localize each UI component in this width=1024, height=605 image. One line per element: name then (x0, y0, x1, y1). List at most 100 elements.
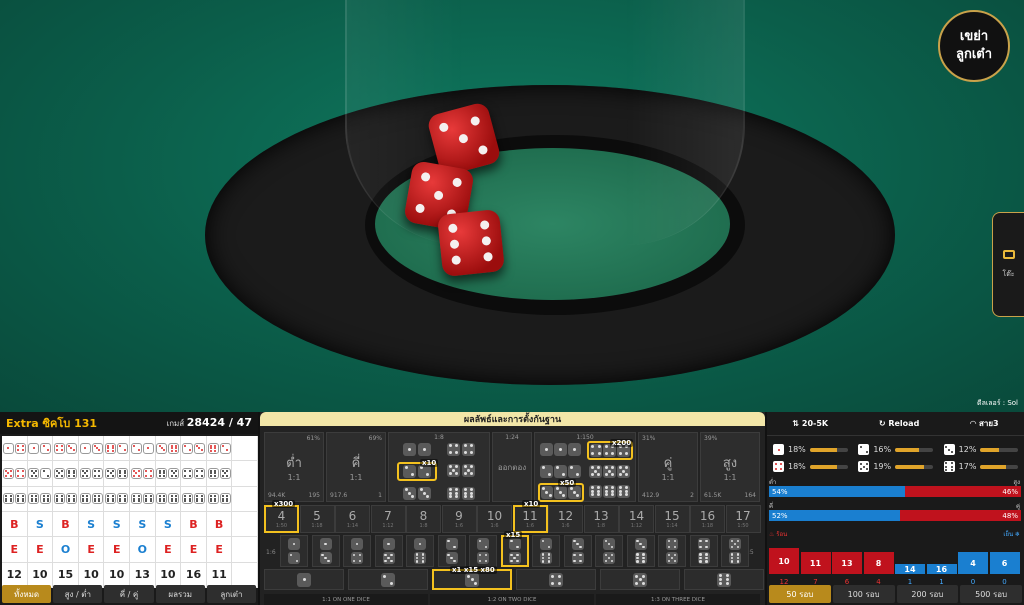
triple-combo[interactable] (538, 463, 584, 480)
road-cell (104, 436, 130, 462)
two-dice-bet[interactable] (469, 535, 497, 567)
road-letter: B (61, 517, 70, 531)
total-bet-10[interactable]: 10 1:6 (477, 505, 512, 533)
table-side-tab[interactable]: โต๊ะ (992, 212, 1024, 317)
face-stat-bar-fill (895, 464, 924, 469)
road-dice-pair (53, 467, 77, 479)
rounds-tab[interactable]: 200 รอบ (896, 585, 959, 603)
two-dice-bet[interactable] (406, 535, 434, 567)
total-bet-5[interactable]: 5 1:18 (299, 505, 335, 533)
total-bet-4[interactable]: 4 1:50 (264, 505, 299, 533)
road-dice-pair (105, 493, 129, 505)
single-dice-bet-5[interactable] (600, 569, 680, 590)
total-bet-15[interactable]: 15 1:14 (654, 505, 690, 533)
road-cell (181, 461, 207, 487)
road-dice-pair (181, 467, 205, 479)
two-dice-bet[interactable] (311, 535, 340, 567)
total-odds: 1:6 (490, 523, 499, 529)
mult-num4: x300 (272, 500, 296, 508)
total-bet-11[interactable]: 11 1:6 (512, 505, 548, 533)
die-face-6-icon (168, 493, 180, 505)
total-bet-16[interactable]: 16 1:18 (690, 505, 725, 533)
double-combo[interactable] (441, 441, 481, 458)
two-dice-bet[interactable] (532, 535, 560, 567)
two-dice-bet[interactable] (658, 535, 686, 567)
odd-players: 1 (378, 492, 382, 499)
signal-button[interactable]: ◠ สาย3 (970, 417, 999, 430)
history-tab[interactable]: คี่ / คู่ (104, 585, 154, 603)
double-combo[interactable] (397, 441, 437, 458)
double-combo[interactable] (441, 462, 481, 481)
die-face-6-icon (65, 493, 77, 505)
die-face-3-icon (603, 538, 615, 550)
total-bet-6[interactable]: 6 1:14 (335, 505, 370, 533)
chat-icon (1002, 249, 1015, 259)
bet-odd[interactable]: คี่ 1:1 69% 917.6 1 (326, 432, 386, 502)
two-dice-bet[interactable] (343, 535, 371, 567)
total-bet-8[interactable]: 8 1:8 (406, 505, 441, 533)
single-dice-bet-1[interactable] (264, 569, 344, 590)
pair-side-odds: 1:6 (266, 549, 276, 556)
two-dice-bet[interactable] (374, 535, 403, 567)
history-tab[interactable]: ทั้งหมด (2, 585, 52, 603)
road-cell (53, 436, 79, 462)
die-face-6-icon (117, 493, 129, 505)
two-dice-bet[interactable] (626, 535, 655, 567)
single-dice-bet-2[interactable] (348, 569, 428, 590)
total-bet-17[interactable]: 17 1:50 (725, 505, 761, 533)
history-tab[interactable]: ผลรวม (155, 585, 205, 603)
total-odds: 1:12 (382, 523, 394, 529)
bet-even[interactable]: คู่ 1:1 31% 412.9 2 (638, 432, 698, 502)
road-dice-pair (79, 442, 103, 454)
total-bet-12[interactable]: 12 1:6 (548, 505, 583, 533)
rounds-tab[interactable]: 100 รอบ (832, 585, 895, 603)
single-dice-bet-4[interactable] (516, 569, 596, 590)
die-face-5-icon (28, 467, 40, 479)
two-dice-bet[interactable] (721, 535, 749, 567)
hot-label: ♨ ร้อน (769, 529, 787, 539)
shake-dice-button[interactable]: เขย่า ลูกเต๋า (938, 10, 1010, 82)
double-combo[interactable] (441, 485, 481, 502)
single-dice-bet-6[interactable] (684, 569, 764, 590)
total-bet-13[interactable]: 13 1:8 (583, 505, 619, 533)
road-letter: E (164, 542, 172, 556)
rounds-tab[interactable]: 50 รอบ (769, 585, 831, 603)
two-dice-bet[interactable] (500, 535, 529, 567)
road-letter: B (214, 517, 224, 531)
bet-any-triple[interactable]: 1:24 ออกตอง (492, 432, 532, 502)
double-combo[interactable] (397, 485, 437, 502)
die-face-6-icon (181, 493, 193, 505)
limit-button[interactable]: ⇅ 20-5K (792, 419, 828, 428)
two-dice-bet[interactable] (437, 535, 466, 567)
triple-combo[interactable] (587, 463, 633, 480)
odd-label: คี่ (351, 456, 361, 471)
two-dice-bet[interactable] (689, 535, 718, 567)
hot-cold-column: 16 (926, 564, 957, 574)
bet-low[interactable]: ต่ำ 1:1 61% 94.4K 195 (264, 432, 324, 502)
die-face-1-icon (297, 572, 311, 587)
road-letter: E (10, 542, 19, 556)
die-face-3-icon (571, 538, 584, 550)
two-dice-bet[interactable] (280, 535, 308, 567)
triple-combo[interactable] (538, 441, 584, 460)
total-bet-7[interactable]: 7 1:12 (370, 505, 406, 533)
road-dice-pair (53, 493, 77, 505)
total-bet-14[interactable]: 14 1:12 (619, 505, 654, 533)
road-cell (232, 486, 258, 512)
two-dice-bet[interactable] (595, 535, 623, 567)
face-stat-pct: 18% (788, 462, 806, 471)
rounds-tab[interactable]: 500 รอบ (960, 585, 1022, 603)
die-face-1-icon (351, 538, 363, 550)
history-tab[interactable]: สูง / ต่ำ (53, 585, 103, 603)
two-dice-bet[interactable] (563, 535, 592, 567)
total-bet-9[interactable]: 9 1:6 (441, 505, 477, 533)
triple-combo[interactable] (587, 483, 633, 502)
limit-icon: ⇅ (792, 419, 802, 428)
reload-button[interactable]: ↻ Reload (879, 419, 919, 428)
bet-high[interactable]: สูง 1:1 39% 61.5K 164 (700, 432, 760, 502)
history-tab[interactable]: ลูกเต๋า (206, 585, 257, 603)
die-face-6-icon (219, 493, 231, 505)
cold-label-text: เย็น (1003, 531, 1014, 538)
bet-doubles[interactable]: 1:8 (388, 432, 490, 502)
reload-icon: ↻ (878, 419, 889, 428)
